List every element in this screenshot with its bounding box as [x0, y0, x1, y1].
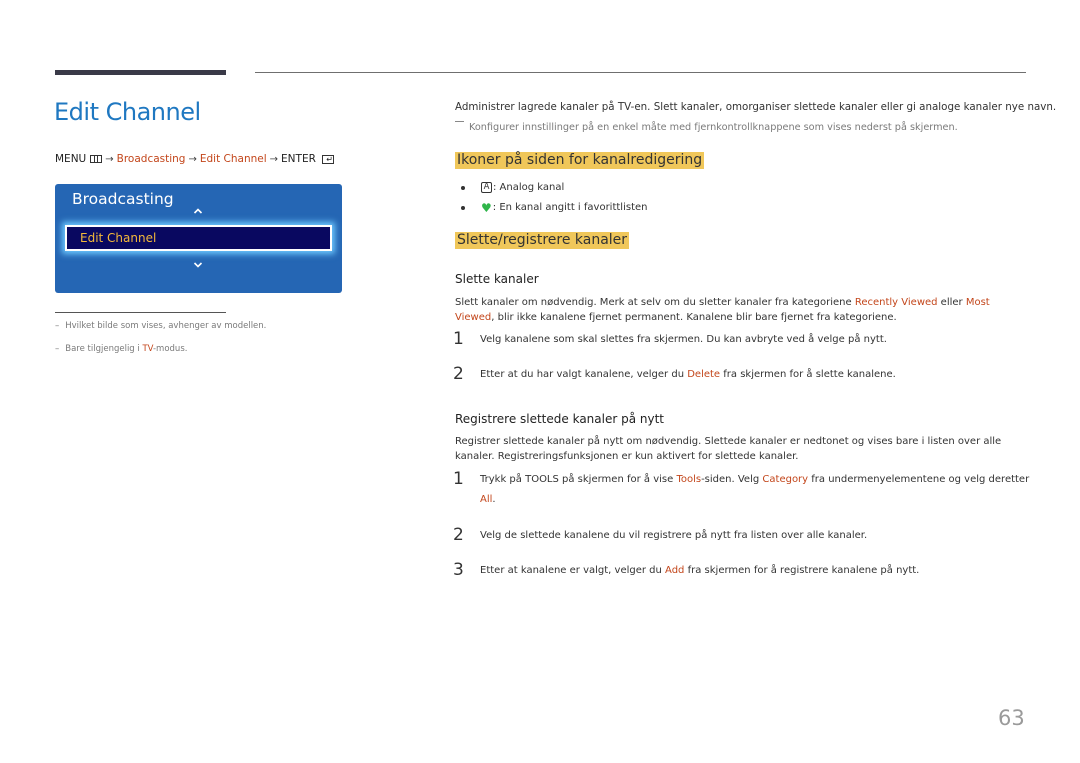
- menu-path-edit-channel[interactable]: Edit Channel: [200, 153, 267, 165]
- arrow-icon: →: [269, 153, 279, 165]
- delete-paragraph: Slett kanaler om nødvendig. Merk at selv…: [455, 297, 990, 323]
- menu-path-broadcasting[interactable]: Broadcasting: [117, 153, 186, 165]
- subheading-delete: Slette kanaler: [455, 272, 539, 286]
- step-text: Trykk på TOOLS på skjermen for å vise To…: [480, 474, 1030, 505]
- bullet-icon: [461, 185, 465, 190]
- step-number: 2: [453, 525, 464, 545]
- step-number: 1: [453, 329, 464, 349]
- intro-note: Konfigurer innstillinger på en enkel måt…: [455, 121, 958, 133]
- page-title: Edit Channel: [54, 98, 201, 126]
- chevron-down-icon[interactable]: [193, 260, 203, 270]
- step-text: Etter at du har valgt kanalene, velger d…: [480, 369, 896, 380]
- step-text: Velg kanalene som skal slettes fra skjer…: [480, 334, 887, 345]
- menu-label: MENU: [55, 153, 87, 165]
- section-heading-delete-register: Slette/registrere kanaler: [455, 232, 630, 249]
- arrow-icon: →: [188, 153, 197, 165]
- footnote: – Bare tilgjengelig i TV-modus.: [55, 344, 188, 354]
- footnote-divider: [55, 312, 226, 313]
- tv-menu-panel: Broadcasting Edit Channel: [55, 184, 342, 293]
- intro-text: Administrer lagrede kanaler på TV-en. Sl…: [455, 101, 1057, 113]
- enter-label: ENTER: [281, 153, 316, 165]
- register-paragraph: Registrer slettede kanaler på nytt om nø…: [455, 436, 1002, 462]
- menu-path: MENU → Broadcasting → Edit Channel → ENT…: [55, 153, 334, 165]
- page-number: 63: [998, 706, 1025, 730]
- bullet-icon: [461, 205, 465, 210]
- tv-menu-item-label: Edit Channel: [80, 231, 157, 245]
- arrow-icon: →: [105, 153, 114, 165]
- enter-icon: ↵: [321, 154, 334, 164]
- menu-icon: [90, 155, 103, 163]
- step-number: 1: [453, 469, 464, 489]
- step-text: Velg de slettede kanalene du vil registr…: [480, 530, 868, 541]
- list-item: ♥ : En kanal angitt i favorittlisten: [461, 200, 647, 215]
- favorite-heart-icon: ♥: [481, 200, 492, 215]
- tv-panel-title: Broadcasting: [72, 190, 174, 208]
- chevron-up-icon[interactable]: [193, 206, 203, 216]
- note-dash-icon: [455, 121, 464, 122]
- header-rule: [255, 72, 1026, 73]
- analog-channel-icon: A: [481, 182, 492, 193]
- list-item: A : Analog kanal: [461, 182, 564, 193]
- footnote: – Hvilket bilde som vises, avhenger av mo…: [55, 321, 267, 331]
- tv-menu-item-edit-channel[interactable]: Edit Channel: [65, 225, 332, 251]
- step-number: 3: [453, 560, 464, 580]
- step-number: 2: [453, 364, 464, 384]
- step-text: Etter at kanalene er valgt, velger du Ad…: [480, 565, 920, 576]
- header-bar-thick: [55, 70, 226, 75]
- section-heading-icons: Ikoner på siden for kanalredigering: [455, 152, 705, 169]
- subheading-register: Registrere slettede kanaler på nytt: [455, 412, 665, 426]
- recently-viewed-link: Recently Viewed: [854, 297, 938, 308]
